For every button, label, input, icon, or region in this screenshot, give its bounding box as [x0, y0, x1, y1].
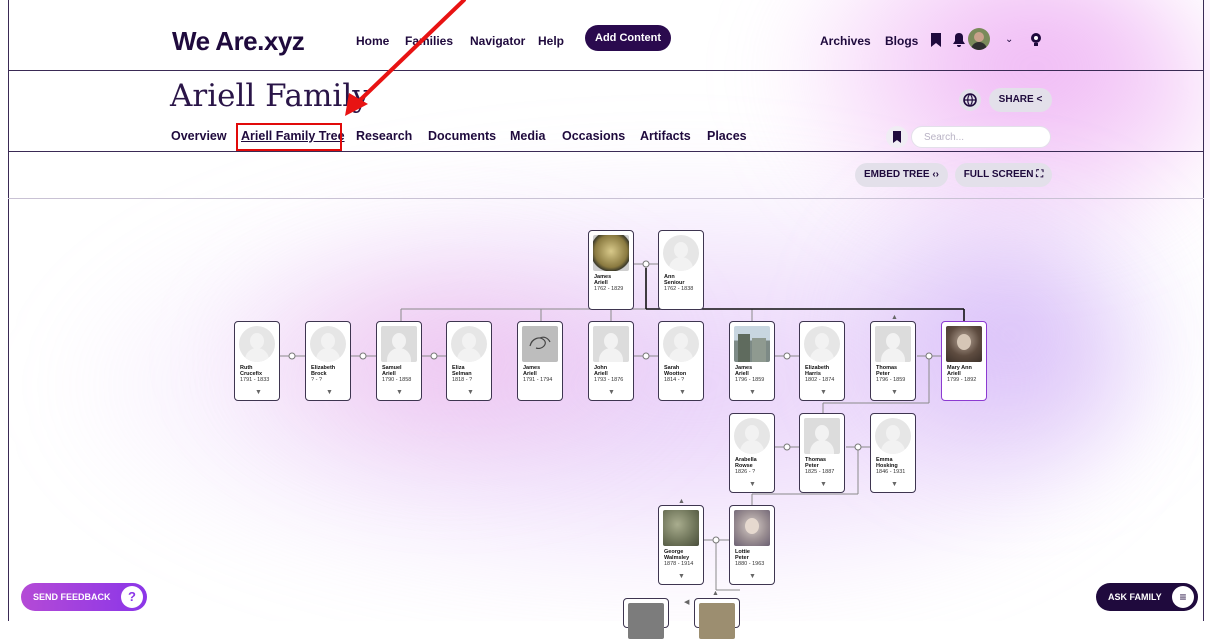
- question-icon: ?: [121, 586, 143, 608]
- ask-family-button[interactable]: ASK FAMILY ≡: [1096, 583, 1198, 611]
- send-feedback-label: SEND FEEDBACK: [33, 592, 111, 602]
- send-feedback-button[interactable]: SEND FEEDBACK ?: [21, 583, 147, 611]
- chat-icon: ≡: [1172, 586, 1194, 608]
- annotation-arrow: [345, 0, 466, 116]
- ask-family-label: ASK FAMILY: [1108, 592, 1162, 602]
